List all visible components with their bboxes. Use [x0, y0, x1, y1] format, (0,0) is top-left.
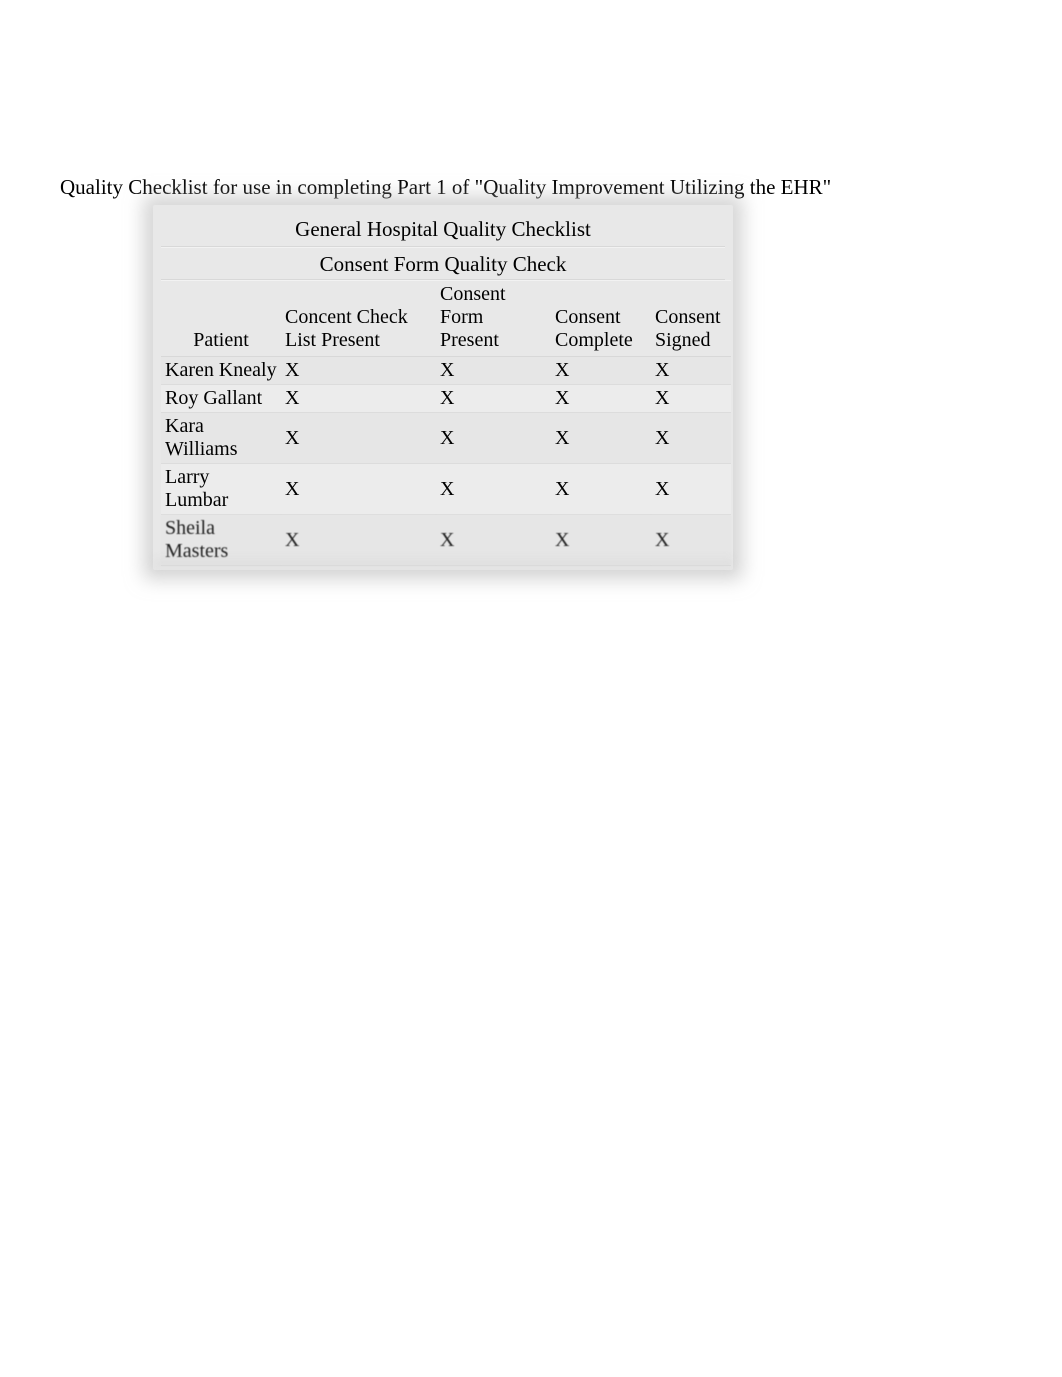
- table-row: Sheila Masters X X X X: [161, 515, 731, 566]
- cell-signed: X: [651, 385, 731, 413]
- cell-complete: X: [551, 515, 651, 566]
- col-header-signed-label: Consent Signed: [655, 306, 727, 352]
- cell-patient: Kara Williams: [161, 413, 281, 464]
- cell-check-list-present: X: [281, 464, 436, 515]
- cell-form-present: X: [436, 515, 551, 566]
- cell-patient: Roy Gallant: [161, 385, 281, 413]
- cell-complete: X: [551, 385, 651, 413]
- cell-signed: X: [651, 515, 731, 566]
- col-header-patient-label: Patient: [165, 329, 277, 352]
- cell-form-present: X: [436, 357, 551, 385]
- cell-complete: X: [551, 464, 651, 515]
- cell-patient: Larry Lumbar: [161, 464, 281, 515]
- table-subtitle: Consent Form Quality Check: [161, 247, 725, 280]
- cell-form-present: X: [436, 413, 551, 464]
- cell-signed: X: [651, 464, 731, 515]
- cell-signed: X: [651, 357, 731, 385]
- cell-complete: X: [551, 413, 651, 464]
- col-header-patient: Patient: [161, 281, 281, 357]
- col-header-check-list-present: Concent Check List Present: [281, 281, 436, 357]
- cell-check-list-present: X: [281, 357, 436, 385]
- table-row: Kara Williams X X X X: [161, 413, 731, 464]
- col-header-form-present-label: Consent Form Present: [440, 283, 547, 352]
- table-row: Roy Gallant X X X X: [161, 385, 731, 413]
- table-title: General Hospital Quality Checklist: [161, 211, 725, 247]
- table-row: Karen Knealy X X X X: [161, 357, 731, 385]
- checklist-table-container: General Hospital Quality Checklist Conse…: [153, 205, 733, 570]
- col-header-complete: Consent Complete: [551, 281, 651, 357]
- cell-check-list-present: X: [281, 385, 436, 413]
- cell-patient: Sheila Masters: [161, 515, 281, 566]
- col-header-complete-label: Consent Complete: [555, 306, 647, 352]
- col-header-form-present: Consent Form Present: [436, 281, 551, 357]
- cell-check-list-present: X: [281, 413, 436, 464]
- cell-check-list-present: X: [281, 515, 436, 566]
- cell-form-present: X: [436, 385, 551, 413]
- table-row: Larry Lumbar X X X X: [161, 464, 731, 515]
- cell-patient: Karen Knealy: [161, 357, 281, 385]
- cell-signed: X: [651, 413, 731, 464]
- checklist-table: Patient Concent Check List Present Conse…: [161, 280, 731, 566]
- col-header-check-list-present-label: Concent Check List Present: [285, 306, 432, 352]
- table-header-row: Patient Concent Check List Present Conse…: [161, 281, 731, 357]
- cell-complete: X: [551, 357, 651, 385]
- cell-form-present: X: [436, 464, 551, 515]
- col-header-signed: Consent Signed: [651, 281, 731, 357]
- page-heading: Quality Checklist for use in completing …: [60, 175, 831, 200]
